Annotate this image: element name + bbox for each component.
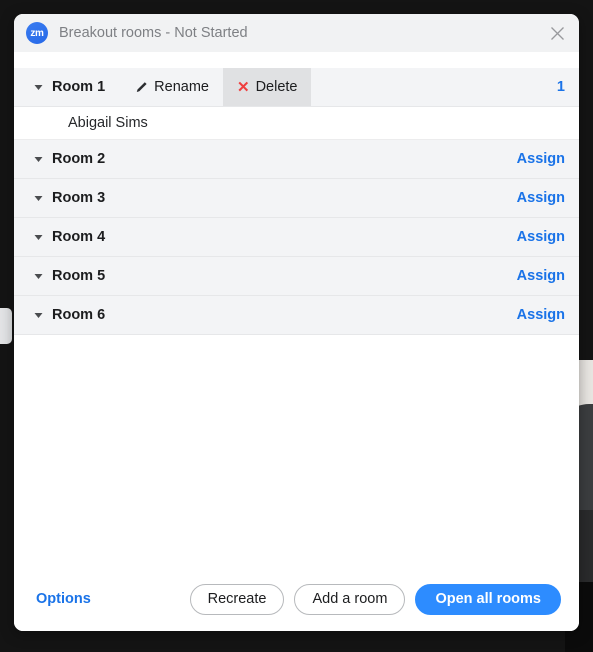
zoom-logo-icon: zm xyxy=(26,22,48,44)
room-name: Room 6 xyxy=(52,307,106,323)
chevron-down-icon[interactable] xyxy=(34,234,48,241)
assign-button[interactable]: Assign xyxy=(517,307,565,323)
room-row-actions: Rename ✕ Delete xyxy=(121,68,312,106)
participant-count-badge: 1 xyxy=(556,79,565,95)
dialog-footer: Options Recreate Add a room Open all roo… xyxy=(14,567,579,631)
room-row-6[interactable]: Room 6 Assign xyxy=(14,296,579,335)
red-x-icon: ✕ xyxy=(236,78,250,96)
dialog-title: Breakout rooms - Not Started xyxy=(59,25,248,41)
room-row-3[interactable]: Room 3 Assign xyxy=(14,179,579,218)
assign-button[interactable]: Assign xyxy=(517,268,565,284)
chevron-down-icon[interactable] xyxy=(34,312,48,319)
assign-button[interactable]: Assign xyxy=(517,151,565,167)
rename-label: Rename xyxy=(154,79,209,95)
open-all-rooms-button[interactable]: Open all rooms xyxy=(415,583,561,615)
delete-button[interactable]: ✕ Delete xyxy=(222,68,312,106)
close-icon[interactable] xyxy=(545,21,569,45)
assign-button[interactable]: Assign xyxy=(517,190,565,206)
room-name: Room 5 xyxy=(52,268,106,284)
chevron-down-icon[interactable] xyxy=(34,156,48,163)
add-room-button[interactable]: Add a room xyxy=(294,583,406,615)
pencil-icon xyxy=(135,81,148,94)
room-name: Room 2 xyxy=(52,151,106,167)
room-name: Room 1 xyxy=(52,79,106,95)
participant-row[interactable]: Abigail Sims xyxy=(14,107,579,140)
options-button[interactable]: Options xyxy=(36,591,91,607)
chevron-down-icon[interactable] xyxy=(34,273,48,280)
chevron-down-icon[interactable] xyxy=(34,84,48,91)
room-name: Room 4 xyxy=(52,229,106,245)
dialog-titlebar[interactable]: zm Breakout rooms - Not Started xyxy=(14,14,579,52)
left-panel-tab[interactable] xyxy=(0,308,12,344)
participant-name: Abigail Sims xyxy=(68,115,148,131)
rename-button[interactable]: Rename xyxy=(121,68,223,106)
titlebar-gap xyxy=(14,52,579,68)
room-row-5[interactable]: Room 5 Assign xyxy=(14,257,579,296)
room-row-4[interactable]: Room 4 Assign xyxy=(14,218,579,257)
room-row-1[interactable]: Room 1 Rename ✕ Delete 1 xyxy=(14,68,579,107)
room-row-2[interactable]: Room 2 Assign xyxy=(14,140,579,179)
recreate-button[interactable]: Recreate xyxy=(189,583,285,615)
chevron-down-icon[interactable] xyxy=(34,195,48,202)
assign-button[interactable]: Assign xyxy=(517,229,565,245)
breakout-rooms-dialog: zm Breakout rooms - Not Started Room 1 R… xyxy=(14,14,579,631)
room-list[interactable]: Room 1 Rename ✕ Delete 1 Abigail Sims Ro… xyxy=(14,68,579,567)
room-name: Room 3 xyxy=(52,190,106,206)
delete-label: Delete xyxy=(255,79,298,95)
